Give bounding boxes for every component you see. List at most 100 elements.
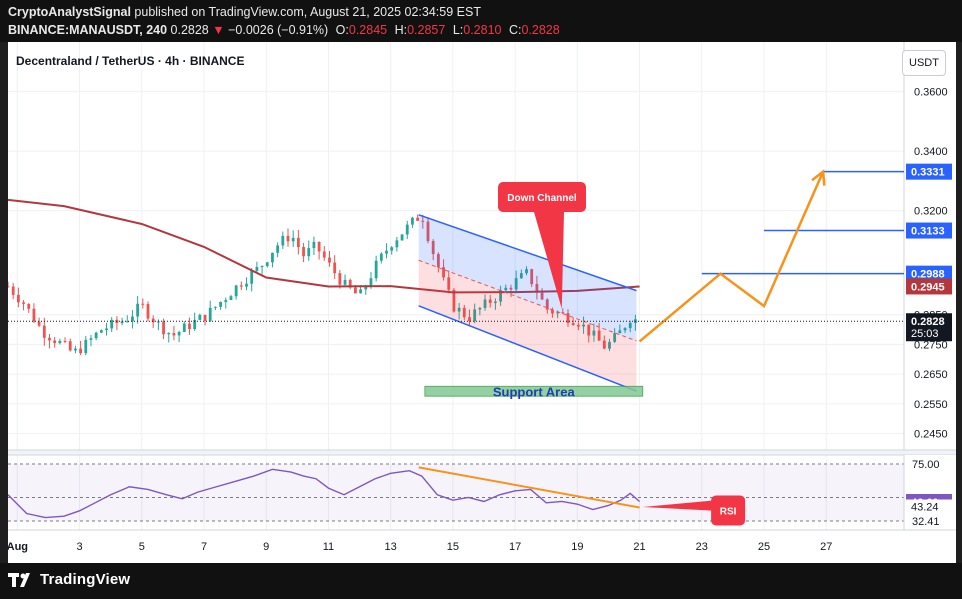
candle-body [8,286,10,288]
footer: TradingView [0,563,962,599]
price-tick-label: 0.2550 [914,399,948,411]
candle-body [296,237,300,248]
close-label: C: [508,23,522,37]
price-badge-label: 0.3331 [911,167,945,179]
down-channel-label: Down Channel [507,193,577,204]
time-tick-label: 13 [385,541,397,553]
candle-body [245,283,248,287]
candle-body [136,303,140,317]
candle-body [11,286,15,295]
candle-body [359,289,362,294]
candle-body [265,262,269,267]
candle-body [16,294,20,303]
time-tick-label: 19 [571,541,583,553]
price-chart[interactable]: Support Area Down Channel 0.3600 0.3400 0.32… [8,42,956,563]
candle-body [162,321,165,335]
candle-body [105,328,108,331]
projection-path [638,171,825,343]
low-value: 0.2810 [463,23,502,37]
candle-body [84,339,88,354]
candle-body [48,337,51,341]
candle-body [177,331,181,336]
time-tick-label: 17 [509,541,521,553]
change-value: −0.0026 (−0.91%) [228,23,329,37]
change-down-icon: ▼ [212,23,225,37]
tradingview-logo[interactable]: TradingView [8,571,130,588]
candle-body [203,314,207,321]
rsi-band [8,464,904,521]
candle-body [276,245,280,253]
symbol-line: BINANCE:MANAUSDT, 240 0.2828 ▼ −0.0026 (… [8,23,560,37]
publish-line: CryptoAnalystSignal published on Trading… [8,5,481,19]
low-label: L: [452,23,464,37]
candle-body [234,285,238,297]
time-tick-label: 25 [758,541,770,553]
candle-body [390,247,394,251]
candle-body [182,323,186,332]
open-value: 0.2845 [348,23,388,37]
candle-body [281,235,285,246]
candle-body [400,234,404,241]
currency-button[interactable]: USDT [902,50,946,76]
publish-header: CryptoAnalystSignal published on Trading… [0,0,962,42]
candle-body [271,252,274,263]
candle-body [322,251,326,258]
price-badge-label: 0.2945 [911,281,945,293]
candle-body [141,303,145,305]
candle-body [374,260,378,279]
candle-body [74,348,77,351]
time-tick-label: 21 [633,541,645,553]
candle-body [58,340,62,344]
candle-body [369,278,373,287]
candle-body [214,306,217,308]
price-tick-label: 0.2450 [914,429,948,441]
candle-body [79,348,82,354]
candle-body [188,323,191,330]
candle-body [411,217,414,225]
time-tick-label: 27 [820,541,832,553]
time-tick-label: 9 [263,541,269,553]
candle-body [286,235,290,242]
candle-body [89,338,93,340]
candle-body [156,321,160,323]
tradingview-brand: TradingView [40,571,131,588]
time-tick-label: 3 [76,541,82,553]
candle-body [343,279,347,285]
rsi-tick-label: 32.41 [912,516,940,528]
candle-body [229,296,233,301]
candle-body [291,237,295,242]
open-label: O: [335,23,349,37]
candle-body [338,273,342,285]
time-tick-label: 15 [447,541,459,553]
tradingview-logo-icon [8,572,30,587]
countdown-label: 25:03 [911,328,939,340]
chart-area[interactable]: Support Area Down Channel 0.3600 0.3400 0.32… [8,42,956,563]
candle-body [405,224,409,235]
chart-legend-title: Decentraland / TetherUS · 4h · BINANCE [16,54,245,68]
candle-body [68,341,72,351]
time-tick-label: Aug [8,541,28,553]
rsi-callout-label: RSI [720,506,737,517]
candle-body [224,300,228,302]
last-price-value: 0.2828 [170,23,209,37]
candle-body [167,333,171,335]
time-tick-label: 7 [201,541,207,553]
high-label: H: [394,23,408,37]
price-badge-label: 0.2828 [911,316,945,328]
pane-separator [8,450,956,455]
candle-body [63,340,67,342]
author-name[interactable]: CryptoAnalystSignal [8,5,131,19]
price-tick-label: 0.3200 [914,206,948,218]
close-value: 0.2828 [521,23,560,37]
candle-body [250,270,254,284]
candle-body [302,247,305,257]
candle-body [385,250,388,254]
candle-body [416,217,420,221]
candle-body [328,257,331,263]
time-axis-panel [8,530,956,563]
time-tick-label: 23 [696,541,708,553]
price-badge-label: 0.3133 [911,226,945,238]
candle-body [99,330,103,333]
time-tick-label: 5 [139,541,145,553]
high-value: 0.2857 [407,23,446,37]
